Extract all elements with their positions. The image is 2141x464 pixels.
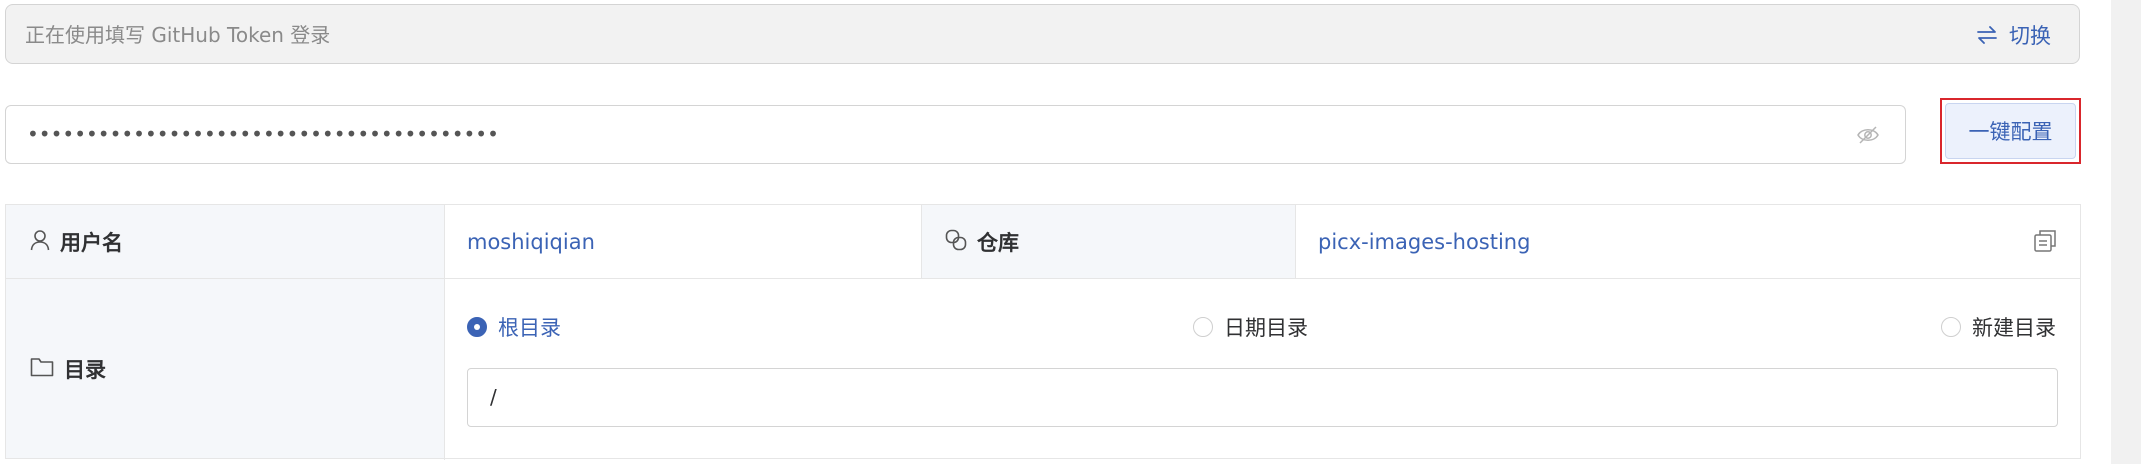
username-value[interactable]: moshiqiqian [467,230,595,254]
directory-path-input[interactable]: / [467,368,2058,427]
repo-value[interactable]: picx-images-hosting [1318,230,1530,254]
radio-checked-indicator [467,317,487,337]
repo-label: 仓库 [977,230,1019,255]
login-mode-text: 正在使用填写 GitHub Token 登录 [25,23,331,47]
radio-date-dir-label: 日期目录 [1224,316,1308,340]
column-divider [1295,205,1296,278]
radio-new-dir-label: 新建目录 [1972,316,2056,340]
copy-icon[interactable] [2033,229,2057,257]
repo-value-cell: picx-images-hosting [1318,205,1530,278]
switch-login-button[interactable]: 切换 [1977,5,2051,65]
login-mode-notice: 正在使用填写 GitHub Token 登录 切换 [5,4,2080,64]
switch-label: 切换 [2009,24,2051,48]
username-label: 用户名 [60,230,123,255]
radio-new-dir[interactable]: 新建目录 [1941,312,2056,342]
directory-label-cell: 目录 [6,279,444,458]
repo-icon [945,229,967,255]
swap-arrows-icon [1977,26,1997,44]
vertical-scrollbar[interactable] [2111,0,2141,464]
one-click-config-button[interactable]: 一键配置 [1945,103,2076,159]
folder-icon [30,357,54,381]
radio-unchecked-indicator [1193,317,1213,337]
token-masked-value: •••••••••••••••••••••••••••••••••••••••• [27,122,499,146]
column-divider [921,205,922,278]
radio-root-dir[interactable]: 根目录 [467,312,561,342]
radio-unchecked-indicator [1941,317,1961,337]
repo-info-table: 用户名 moshiqiqian 仓库 picx-images-hosting 目… [5,204,2081,460]
user-icon [30,229,50,255]
radio-root-dir-label: 根目录 [498,316,561,340]
eye-off-icon[interactable] [1857,125,1879,149]
column-divider [444,205,445,460]
repo-label-cell: 仓库 [921,205,1295,278]
token-input[interactable]: •••••••••••••••••••••••••••••••••••••••• [5,105,1906,164]
page: 正在使用填写 GitHub Token 登录 切换 ••••••••••••••… [0,0,2141,464]
username-label-cell: 用户名 [6,205,444,278]
username-value-cell: moshiqiqian [467,205,595,278]
radio-date-dir[interactable]: 日期目录 [1193,312,1308,342]
directory-label: 目录 [64,357,106,382]
